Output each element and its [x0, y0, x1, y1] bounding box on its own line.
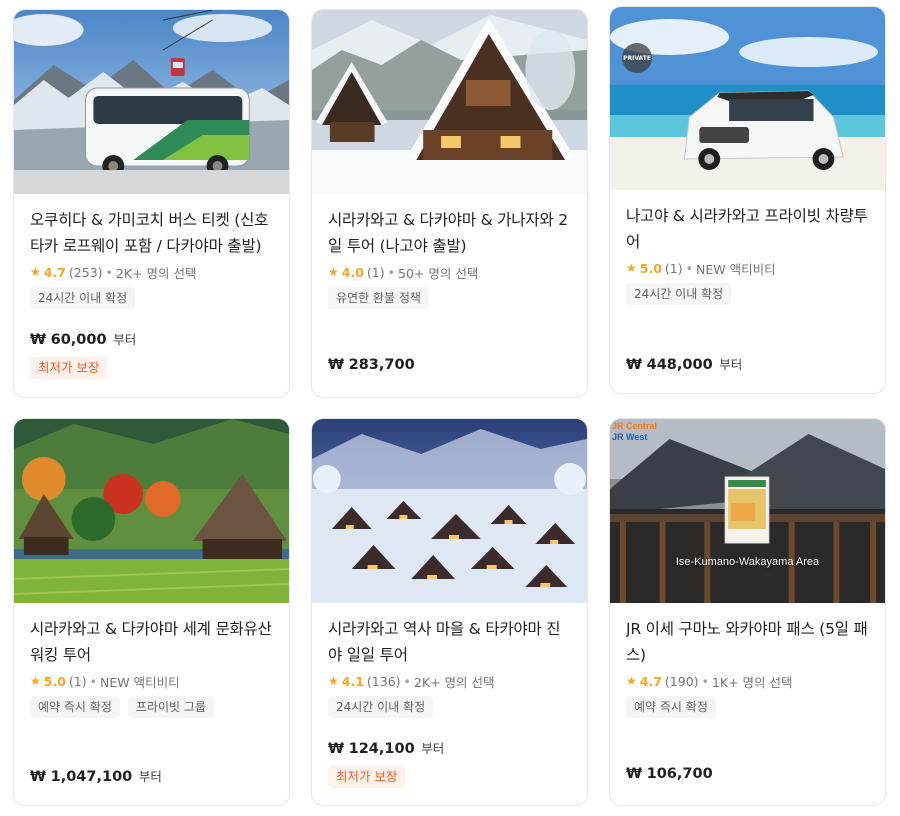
feature-tag: 예약 즉시 확정 [30, 696, 120, 718]
product-image: PRIVATE [610, 7, 885, 190]
rating-row: ★ 4.7 (253) • 2K+ 명의 선택 [30, 263, 273, 281]
product-image [14, 10, 289, 194]
review-count: (190) [664, 673, 699, 689]
lowest-price-badge: 최저가 보장 [30, 357, 108, 379]
booked-count: 1K+ 명의 선택 [711, 674, 793, 690]
price-amount: 60,000 [50, 332, 107, 348]
tag-list: 예약 즉시 확정 [626, 696, 869, 718]
product-title[interactable]: 시라카와고 & 다카야마 & 가나자와 2일 투어 (나고야 출발) [328, 207, 571, 259]
review-count: (1) [664, 260, 683, 276]
rating-score: 4.1 [341, 673, 364, 689]
product-title[interactable]: 나고야 & 시라카와고 프라이빗 차량투어 [626, 203, 869, 255]
rating-row: ★ 4.1 (136) • 2K+ 명의 선택 [328, 672, 571, 690]
star-icon: ★ [328, 265, 339, 279]
price: ₩ 1,047,100 부터 [30, 766, 162, 785]
price-amount: 1,047,100 [50, 769, 133, 785]
product-image [312, 419, 587, 603]
currency-symbol: ₩ [626, 357, 642, 373]
lowest-price-badge: 최저가 보장 [328, 766, 406, 788]
price-suffix: 부터 [138, 769, 162, 784]
rating-row: ★ 4.7 (190) • 1K+ 명의 선택 [626, 672, 869, 690]
review-count: (253) [68, 264, 103, 280]
product-card[interactable]: 오쿠히다 & 가미코치 버스 티켓 (신호타카 로프웨이 포함 / 다카야마 출… [13, 9, 290, 398]
product-card[interactable]: 시라카와고 & 다카야마 & 가나자와 2일 투어 (나고야 출발) ★ 4.0… [311, 9, 588, 398]
separator-dot: • [89, 673, 98, 689]
currency-symbol: ₩ [30, 332, 46, 348]
price-amount: 106,700 [646, 766, 713, 782]
star-icon: ★ [626, 261, 637, 275]
price-suffix: 부터 [113, 332, 137, 347]
rating-score: 5.0 [639, 260, 662, 276]
feature-tag: 예약 즉시 확정 [626, 696, 716, 718]
review-count: (136) [366, 673, 401, 689]
rating-score: 5.0 [43, 673, 66, 689]
booked-count: 50+ 명의 선택 [398, 265, 479, 281]
tag-list: 예약 즉시 확정 프라이빗 그룹 [30, 696, 273, 718]
private-badge: PRIVATE [622, 43, 652, 73]
star-icon: ★ [328, 674, 339, 688]
price-suffix: 부터 [421, 741, 445, 756]
feature-tag: 24시간 이내 확정 [30, 287, 136, 309]
rating-score: 4.7 [639, 673, 662, 689]
product-image: JR Central JR West Ise-Kumano-Wakayama A… [610, 419, 885, 603]
feature-tag: 유연한 환불 정책 [328, 287, 429, 309]
review-count: (1) [366, 264, 385, 280]
rating-score: 4.0 [341, 264, 364, 280]
product-title[interactable]: 시라카와고 & 다카야마 세계 문화유산 워킹 투어 [30, 616, 273, 668]
rating-row: ★ 5.0 (1) • NEW 액티비티 [30, 672, 273, 690]
price: ₩ 60,000 부터 [30, 329, 136, 348]
currency-symbol: ₩ [328, 357, 344, 373]
image-caption: Ise-Kumano-Wakayama Area [675, 556, 820, 568]
price: ₩ 106,700 [626, 766, 713, 782]
rating-row: ★ 4.0 (1) • 50+ 명의 선택 [328, 263, 571, 281]
feature-tag: 24시간 이내 확정 [328, 696, 434, 718]
currency-symbol: ₩ [626, 766, 642, 782]
booked-count: NEW 액티비티 [696, 261, 776, 277]
price-amount: 124,100 [348, 741, 415, 757]
feature-tag: 24시간 이내 확정 [626, 283, 732, 305]
product-title[interactable]: 오쿠히다 & 가미코치 버스 티켓 (신호타카 로프웨이 포함 / 다카야마 출… [30, 207, 273, 259]
booked-count: 2K+ 명의 선택 [413, 674, 495, 690]
booked-count: 2K+ 명의 선택 [115, 265, 197, 281]
booked-count: NEW 액티비티 [100, 674, 180, 690]
product-title[interactable]: JR 이세 구마노 와카야마 패스 (5일 패스) [626, 616, 869, 668]
product-card[interactable]: JR Central JR West Ise-Kumano-Wakayama A… [609, 418, 886, 806]
tag-list: 24시간 이내 확정 [30, 287, 273, 309]
price-amount: 448,000 [646, 357, 713, 373]
separator-dot: • [701, 673, 709, 689]
product-card[interactable]: 시라카와고 & 다카야마 세계 문화유산 워킹 투어 ★ 5.0 (1) • N… [13, 418, 290, 806]
review-count: (1) [68, 673, 87, 689]
separator-dot: • [403, 673, 411, 689]
rating-score: 4.7 [43, 264, 66, 280]
price-suffix: 부터 [719, 357, 743, 372]
product-image [14, 419, 289, 603]
star-icon: ★ [30, 265, 41, 279]
currency-symbol: ₩ [30, 769, 46, 785]
product-image [312, 10, 587, 194]
currency-symbol: ₩ [328, 741, 344, 757]
price-amount: 283,700 [348, 357, 415, 373]
rating-row: ★ 5.0 (1) • NEW 액티비티 [626, 259, 869, 277]
product-title[interactable]: 시라카와고 역사 마을 & 타카야마 진야 일일 투어 [328, 616, 571, 668]
separator-dot: • [105, 264, 113, 280]
price: ₩ 283,700 [328, 357, 415, 373]
feature-tag: 프라이빗 그룹 [127, 696, 214, 718]
separator-dot: • [685, 260, 694, 276]
price: ₩ 448,000 부터 [626, 354, 742, 373]
tag-list: 유연한 환불 정책 [328, 287, 571, 309]
star-icon: ★ [30, 674, 41, 688]
separator-dot: • [387, 264, 396, 280]
price: ₩ 124,100 부터 [328, 738, 444, 757]
tag-list: 24시간 이내 확정 [328, 696, 571, 718]
jr-logo: JR Central JR West [612, 421, 658, 442]
product-card[interactable]: PRIVATE 나고야 & 시라카와고 프라이빗 차량투어 ★ 5.0 (1) … [609, 6, 886, 394]
star-icon: ★ [626, 674, 637, 688]
product-card[interactable]: 시라카와고 역사 마을 & 타카야마 진야 일일 투어 ★ 4.1 (136) … [311, 418, 588, 806]
tag-list: 24시간 이내 확정 [626, 283, 869, 305]
